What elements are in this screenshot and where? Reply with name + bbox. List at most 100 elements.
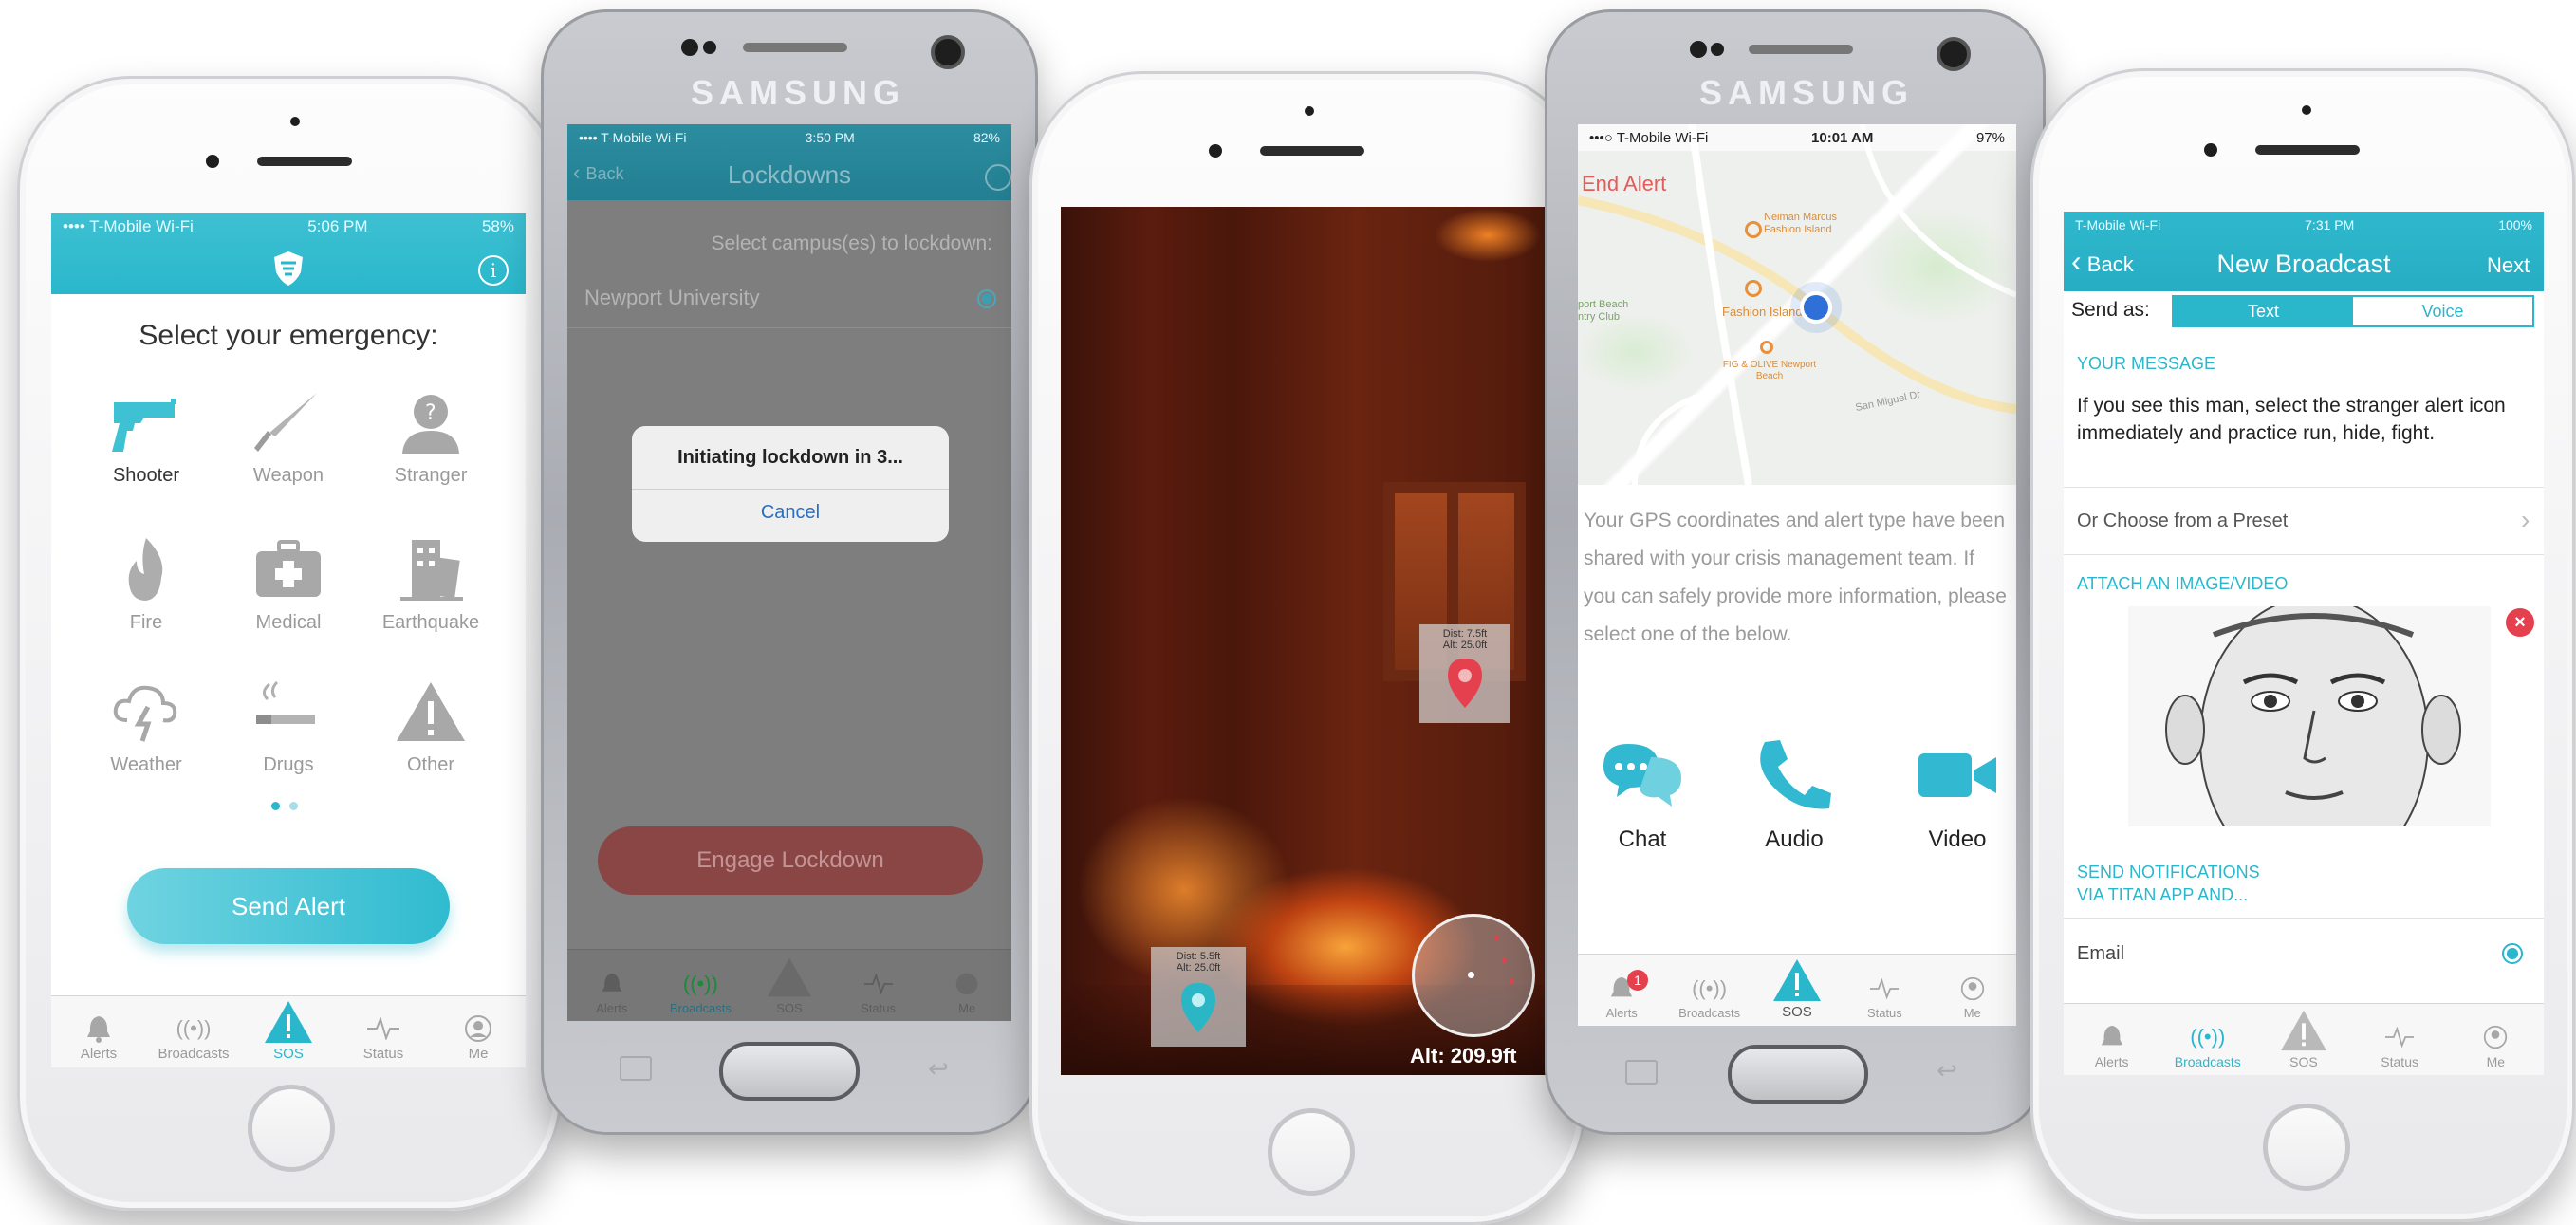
tab-alerts[interactable]: Alerts xyxy=(567,967,657,1015)
campus-row[interactable]: Newport University xyxy=(567,267,1011,328)
radar-compass[interactable] xyxy=(1412,914,1535,1037)
tab-broadcasts[interactable]: ((•)) Broadcasts xyxy=(146,1012,241,1062)
front-camera xyxy=(681,39,698,56)
tab-label: Alerts xyxy=(80,1046,118,1062)
audio-label: Audio xyxy=(1765,826,1824,852)
emergency-label: Shooter xyxy=(112,465,180,486)
tab-alerts[interactable]: Alerts xyxy=(51,1012,146,1062)
tab-me[interactable]: Me xyxy=(922,967,1011,1015)
preset-row[interactable]: Or Choose from a Preset › xyxy=(2064,487,2544,555)
audio-option[interactable]: Audio xyxy=(1747,736,1842,853)
home-button[interactable] xyxy=(248,1085,335,1172)
sos-triangle-icon xyxy=(766,954,813,1001)
next-button[interactable]: Next xyxy=(2487,253,2530,278)
tab-alerts[interactable]: Alerts 1 xyxy=(1578,970,1665,1020)
end-alert-button[interactable]: End Alert xyxy=(1582,172,1666,196)
emergency-stranger[interactable]: ? Stranger xyxy=(360,389,502,487)
lockdown-dialog: Initiating lockdown in 3... Cancel xyxy=(632,426,949,542)
phone-5: T-Mobile Wi-Fi 7:31 PM 100% ‹ Back New B… xyxy=(2030,68,2575,1222)
tab-label: SOS xyxy=(2289,1054,2318,1069)
tab-bar: Alerts ((•)) Broadcasts SOS Status Me xyxy=(567,949,1011,1021)
emergency-other[interactable]: Other xyxy=(360,678,502,776)
tab-broadcasts[interactable]: ((•)) Broadcasts xyxy=(2159,1020,2255,1069)
tab-me[interactable]: Me xyxy=(1929,972,2016,1020)
storm-cloud-icon xyxy=(113,685,177,742)
tab-sos[interactable]: SOS xyxy=(2255,1007,2351,1069)
emergency-label: Weather xyxy=(110,754,182,775)
segment-text[interactable]: Text xyxy=(2174,297,2353,325)
emergency-label: Earthquake xyxy=(381,612,480,633)
tab-alerts[interactable]: Alerts xyxy=(2064,1020,2159,1069)
front-camera xyxy=(1209,144,1222,158)
message-body[interactable]: If you see this man, select the stranger… xyxy=(2077,392,2532,447)
ar-marker-teal[interactable]: Dist: 5.5ft Alt: 25.0ft xyxy=(1151,947,1246,1047)
notify-header-line1: SEND NOTIFICATIONS xyxy=(2077,863,2260,882)
radio-selected-icon[interactable] xyxy=(977,289,996,308)
your-message-header: YOUR MESSAGE xyxy=(2077,354,2216,373)
profile-icon xyxy=(2483,1020,2508,1054)
home-button[interactable] xyxy=(1268,1108,1355,1196)
tab-bar: Alerts ((•)) Broadcasts SOS Status Me xyxy=(51,995,526,1067)
emergency-weapon[interactable]: Weapon xyxy=(217,389,360,487)
email-row[interactable]: Email xyxy=(2064,918,2544,972)
tab-label: SOS xyxy=(1782,1004,1812,1020)
home-button[interactable] xyxy=(1728,1045,1868,1104)
tab-me[interactable]: Me xyxy=(2448,1020,2544,1069)
emergency-weather[interactable]: Weather xyxy=(75,678,217,776)
dialog-cancel-button[interactable]: Cancel xyxy=(632,502,949,524)
tab-sos[interactable]: SOS xyxy=(241,998,336,1062)
tab-label: Broadcasts xyxy=(2174,1054,2241,1069)
tab-me[interactable]: Me xyxy=(431,1012,526,1062)
tab-label: Status xyxy=(1866,1006,1902,1020)
tab-broadcasts[interactable]: ((•)) Broadcasts xyxy=(1665,972,1752,1020)
campus-label: Newport University xyxy=(584,286,760,309)
sensor-dot xyxy=(2302,105,2311,115)
shopping-marker-icon xyxy=(1745,280,1762,297)
emergency-earthquake[interactable]: Earthquake xyxy=(360,536,502,634)
phone-1: •••• T-Mobile Wi-Fi 5:06 PM 58% i Select… xyxy=(17,76,562,1211)
tab-label: Broadcasts xyxy=(669,1001,732,1015)
back-key: ↩ xyxy=(928,1054,949,1083)
tab-status[interactable]: Status xyxy=(834,967,923,1015)
attached-sketch-image[interactable] xyxy=(2128,606,2491,826)
video-option[interactable]: Video xyxy=(1910,736,2005,853)
pulse-icon xyxy=(863,967,893,1001)
tab-status[interactable]: Status xyxy=(2352,1020,2448,1069)
info-icon[interactable] xyxy=(985,164,1011,191)
tab-sos[interactable]: SOS xyxy=(745,954,834,1015)
tab-sos[interactable]: SOS xyxy=(1753,956,1841,1020)
phone-2-screen: •••• T-Mobile Wi-Fi 3:50 PM 82% ‹ Back L… xyxy=(567,124,1011,1021)
emergency-label: Drugs xyxy=(263,754,314,775)
marker-altitude: Alt: 25.0ft xyxy=(1176,962,1221,974)
tab-broadcasts[interactable]: ((•)) Broadcasts xyxy=(657,967,746,1015)
emergency-shooter[interactable]: Shooter xyxy=(75,389,217,487)
fire-icon xyxy=(128,538,163,601)
svg-text:?: ? xyxy=(425,401,436,425)
nav-title: Lockdowns xyxy=(727,160,852,189)
send-as-segmented: Text Voice xyxy=(2172,295,2534,327)
engage-lockdown-button[interactable]: Engage Lockdown xyxy=(598,826,983,895)
phone-icon xyxy=(1760,740,1831,809)
emergency-drugs[interactable]: Drugs xyxy=(217,678,360,776)
tab-status[interactable]: Status xyxy=(336,1012,431,1062)
front-camera xyxy=(2204,143,2217,157)
remove-image-icon[interactable]: × xyxy=(2506,608,2534,637)
emergency-medical[interactable]: Medical xyxy=(217,536,360,634)
tab-status[interactable]: Status xyxy=(1841,972,1928,1020)
home-button[interactable] xyxy=(2263,1104,2350,1191)
earpiece-speaker xyxy=(257,157,352,166)
segment-voice[interactable]: Voice xyxy=(2353,297,2532,325)
altitude-readout: Alt: 209.9ft xyxy=(1410,1044,1517,1067)
chat-option[interactable]: Chat xyxy=(1595,736,1690,853)
radio-selected-icon[interactable] xyxy=(2502,943,2523,964)
send-alert-button[interactable]: Send Alert xyxy=(127,868,450,944)
recent-apps-key xyxy=(1625,1060,1658,1085)
earpiece-speaker xyxy=(1260,146,1364,156)
emergency-fire[interactable]: Fire xyxy=(75,536,217,634)
info-icon[interactable]: i xyxy=(478,255,509,286)
home-button[interactable] xyxy=(719,1042,860,1101)
ar-marker-red[interactable]: Dist: 7.5ft Alt: 25.0ft xyxy=(1419,624,1510,723)
phone-3: Dist: 7.5ft Alt: 25.0ft Dist: 5.5ft Alt:… xyxy=(1029,71,1585,1225)
marker-distance: Dist: 7.5ft xyxy=(1442,628,1488,640)
broadcast-icon: ((•)) xyxy=(2190,1025,2226,1049)
